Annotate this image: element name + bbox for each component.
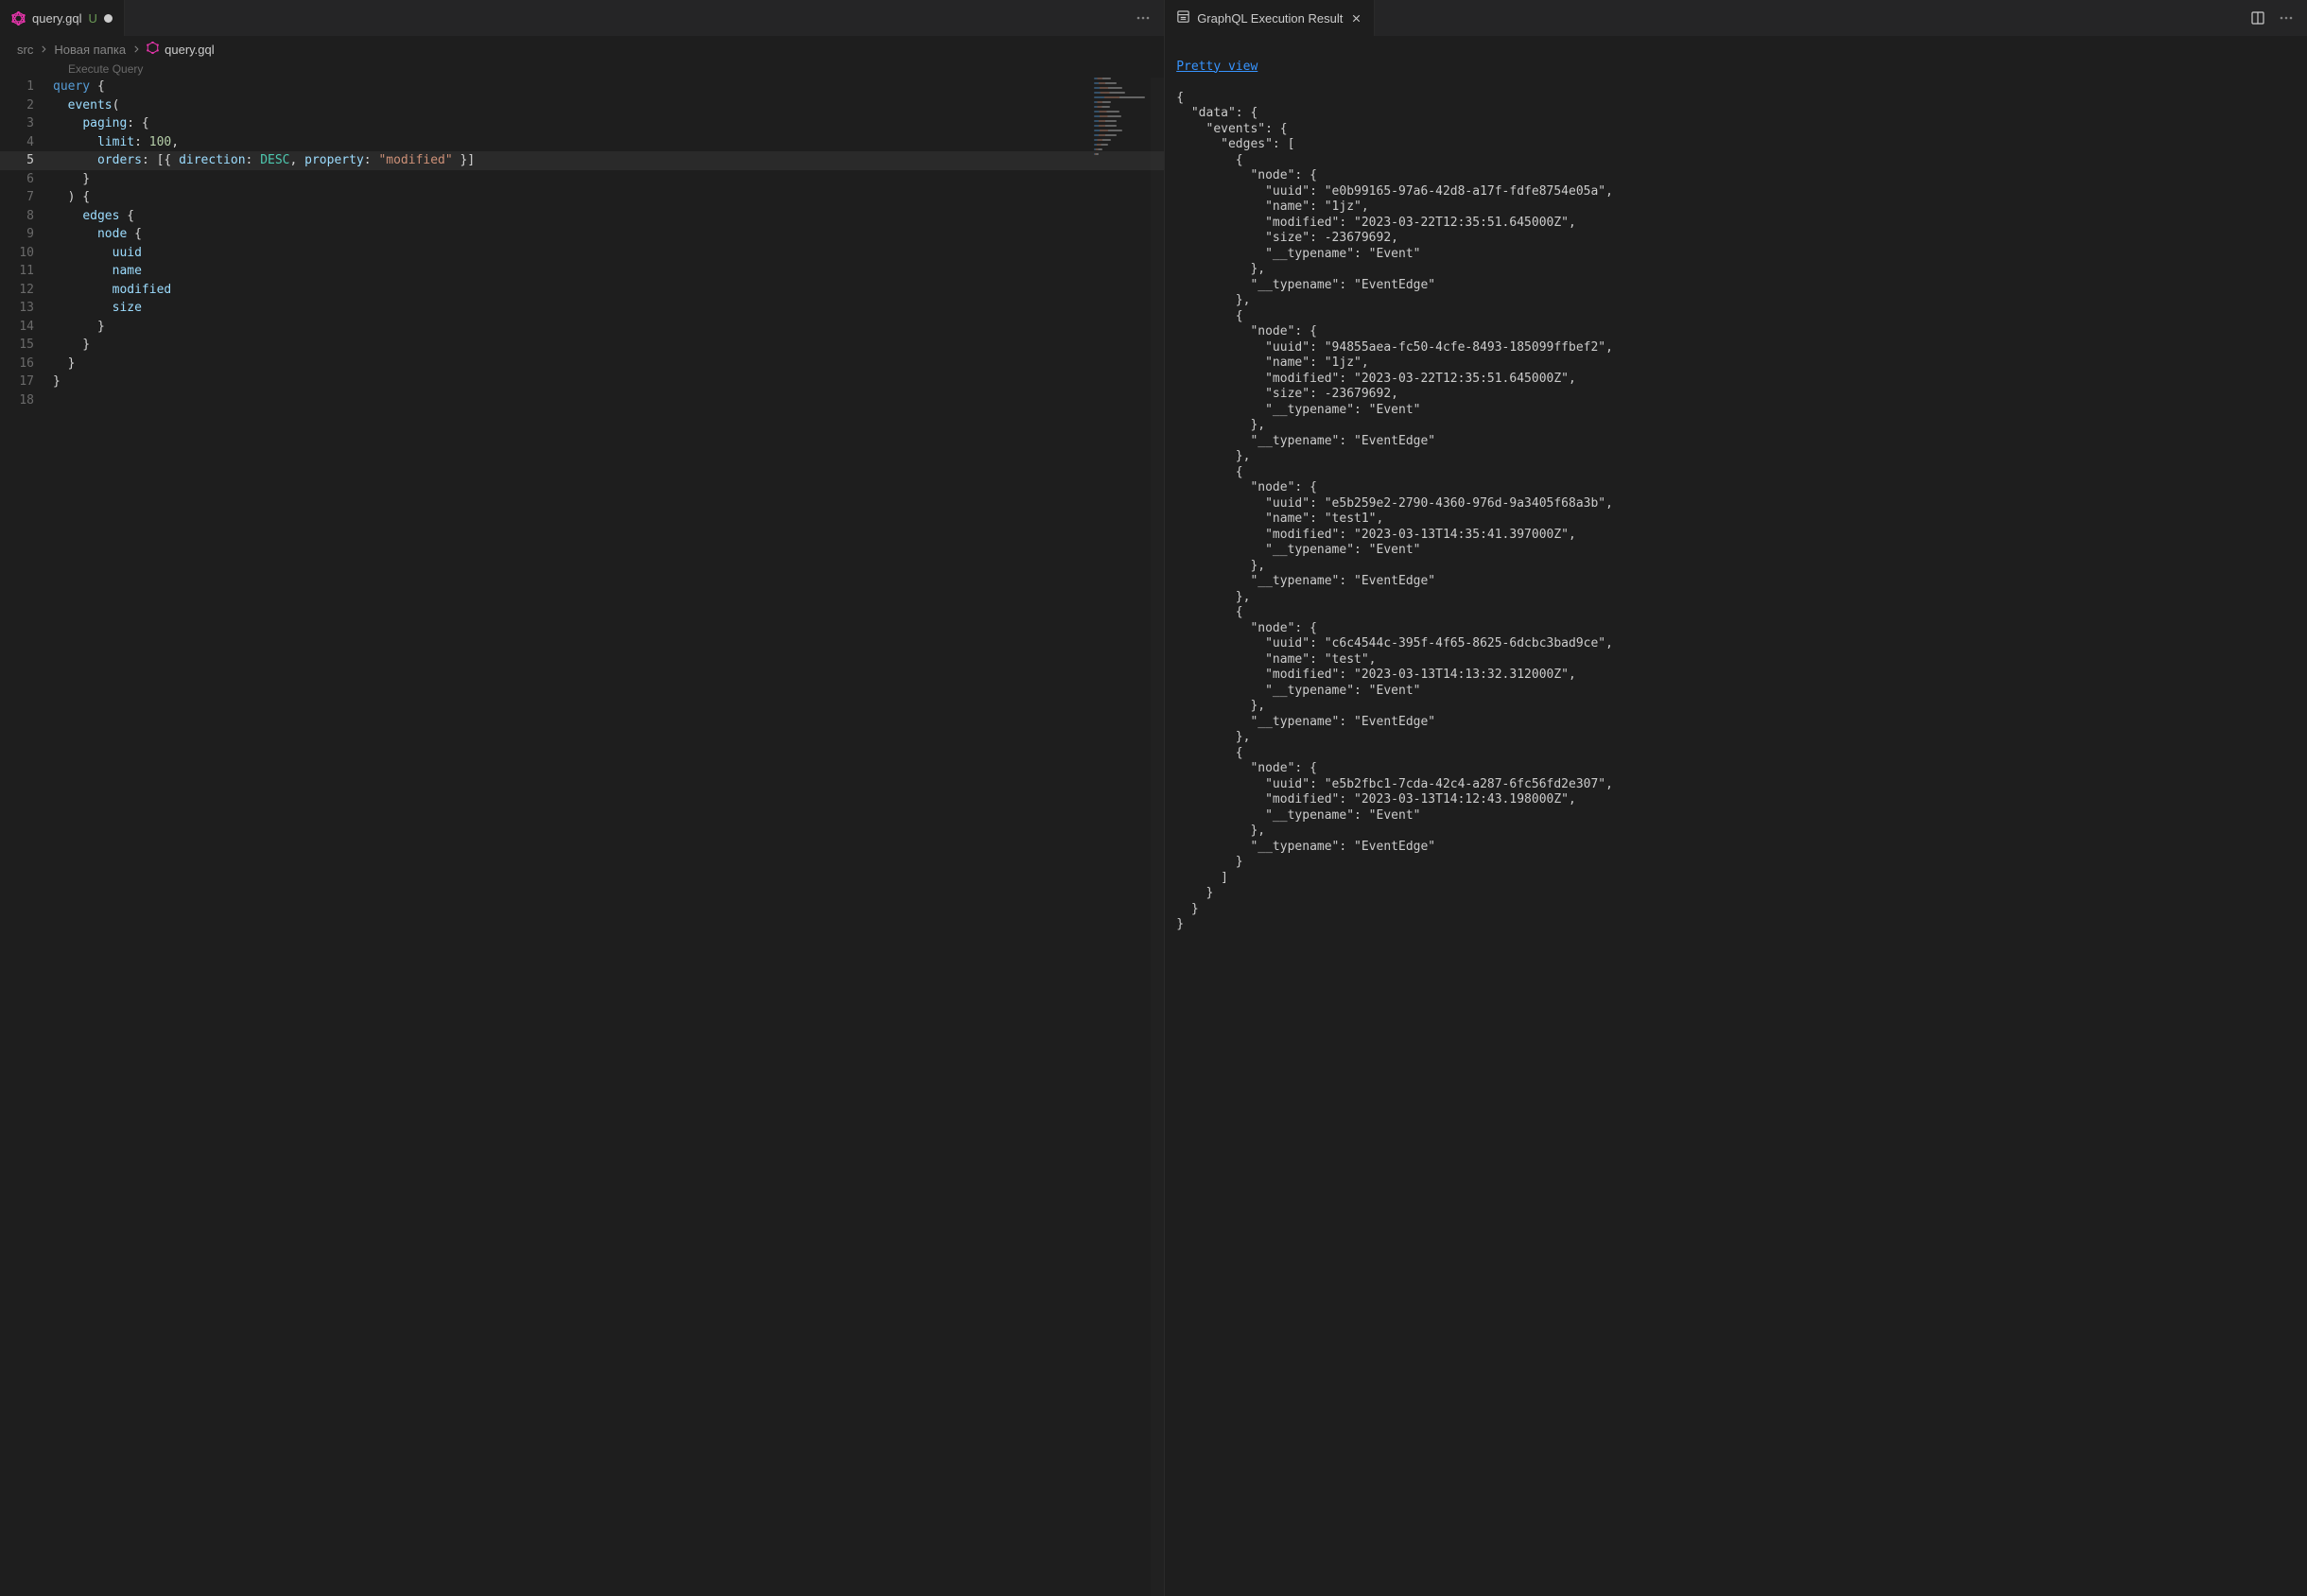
- code-content: }: [53, 318, 105, 337]
- code-line[interactable]: 8 edges {: [0, 207, 1164, 226]
- result-body[interactable]: Pretty view { "data": { "events": { "edg…: [1165, 36, 2307, 1596]
- split-editor-icon[interactable]: [2250, 10, 2265, 26]
- line-number: 2: [0, 96, 53, 115]
- line-number: 17: [0, 373, 53, 391]
- split-layout: query.gql U src Новая папка query.gql: [0, 0, 2307, 1596]
- more-actions-icon[interactable]: [1136, 10, 1151, 26]
- code-content: query {: [53, 78, 105, 96]
- pretty-view-link[interactable]: Pretty view: [1176, 60, 1258, 74]
- code-line[interactable]: 1query {: [0, 78, 1164, 96]
- code-line[interactable]: 18: [0, 391, 1164, 410]
- code-line[interactable]: 11 name: [0, 262, 1164, 281]
- line-number: 12: [0, 281, 53, 300]
- code-editor[interactable]: 1query {2 events(3 paging: {4 limit: 100…: [0, 78, 1164, 1596]
- code-line[interactable]: 14 }: [0, 318, 1164, 337]
- code-content: name: [53, 262, 142, 281]
- breadcrumb-segment[interactable]: src: [17, 43, 33, 57]
- tab-filename: query.gql: [32, 11, 82, 26]
- line-number: 13: [0, 299, 53, 318]
- editor-pane: query.gql U src Новая папка query.gql: [0, 0, 1165, 1596]
- result-pane: GraphQL Execution Result Pretty view { "…: [1165, 0, 2307, 1596]
- chevron-right-icon: [39, 44, 48, 54]
- line-number: 3: [0, 114, 53, 133]
- code-content: limit: 100,: [53, 133, 179, 152]
- code-content: }: [53, 355, 75, 373]
- scrollbar[interactable]: [1151, 78, 1164, 1596]
- code-line[interactable]: 13 size: [0, 299, 1164, 318]
- line-number: 1: [0, 78, 53, 96]
- line-number: 9: [0, 225, 53, 244]
- result-json-text: { "data": { "events": { "edges": [ { "no…: [1176, 91, 1613, 932]
- breadcrumb-file-label: query.gql: [165, 43, 215, 57]
- code-line[interactable]: 10 uuid: [0, 244, 1164, 263]
- more-actions-icon[interactable]: [2279, 10, 2294, 26]
- code-content: edges {: [53, 207, 134, 226]
- line-number: 14: [0, 318, 53, 337]
- result-tab-actions: [2250, 10, 2299, 26]
- close-icon[interactable]: [1349, 11, 1362, 25]
- editor-tab-bar: query.gql U: [0, 0, 1164, 36]
- graphql-icon: [147, 42, 159, 57]
- code-content: }: [53, 170, 90, 189]
- code-line[interactable]: 17}: [0, 373, 1164, 391]
- line-number: 7: [0, 188, 53, 207]
- codelens-execute-query[interactable]: Execute Query: [0, 61, 1164, 78]
- code-line[interactable]: 12 modified: [0, 281, 1164, 300]
- editor-tab-actions: [1136, 10, 1156, 26]
- line-number: 10: [0, 244, 53, 263]
- code-content: events(: [53, 96, 119, 115]
- line-number: 16: [0, 355, 53, 373]
- breadcrumb[interactable]: src Новая папка query.gql: [0, 36, 1164, 61]
- preview-icon: [1176, 9, 1190, 26]
- dirty-indicator-icon: [104, 14, 113, 23]
- code-line[interactable]: 15 }: [0, 336, 1164, 355]
- code-content: node {: [53, 225, 142, 244]
- line-number: 18: [0, 391, 53, 410]
- line-number: 4: [0, 133, 53, 152]
- code-content: paging: {: [53, 114, 149, 133]
- code-content: size: [53, 299, 142, 318]
- line-number: 15: [0, 336, 53, 355]
- code-line[interactable]: 5 orders: [{ direction: DESC, property: …: [0, 151, 1164, 170]
- code-line[interactable]: 2 events(: [0, 96, 1164, 115]
- line-number: 8: [0, 207, 53, 226]
- code-content: uuid: [53, 244, 142, 263]
- line-number: 6: [0, 170, 53, 189]
- tab-vcs-status: U: [89, 11, 97, 26]
- code-line[interactable]: 9 node {: [0, 225, 1164, 244]
- code-content: ) {: [53, 188, 90, 207]
- code-line[interactable]: 16 }: [0, 355, 1164, 373]
- chevron-right-icon: [131, 44, 141, 54]
- code-line[interactable]: 3 paging: {: [0, 114, 1164, 133]
- code-content: }: [53, 336, 90, 355]
- breadcrumb-segment[interactable]: Новая папка: [54, 43, 126, 57]
- line-number: 5: [0, 151, 53, 170]
- tab-query-gql[interactable]: query.gql U: [0, 0, 125, 36]
- code-line[interactable]: 7 ) {: [0, 188, 1164, 207]
- code-content: }: [53, 373, 61, 391]
- code-line[interactable]: 6 }: [0, 170, 1164, 189]
- line-number: 11: [0, 262, 53, 281]
- code-content: orders: [{ direction: DESC, property: "m…: [53, 151, 475, 170]
- tab-graphql-result[interactable]: GraphQL Execution Result: [1165, 0, 1375, 36]
- result-tab-bar: GraphQL Execution Result: [1165, 0, 2307, 36]
- breadcrumb-file[interactable]: query.gql: [147, 42, 215, 57]
- graphql-icon: [11, 11, 26, 26]
- code-content: modified: [53, 281, 171, 300]
- code-line[interactable]: 4 limit: 100,: [0, 133, 1164, 152]
- tab-title: GraphQL Execution Result: [1197, 11, 1343, 26]
